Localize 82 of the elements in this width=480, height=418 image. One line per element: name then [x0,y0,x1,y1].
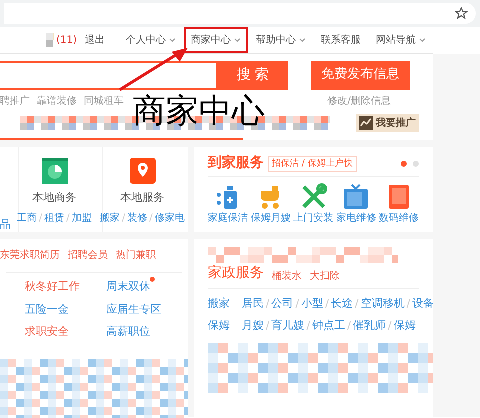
promote-button[interactable]: 我要推广 [356,114,419,132]
category-link[interactable]: 修家电 [154,210,185,226]
category-link[interactable]: 空调移机 [360,296,405,312]
job-link[interactable]: 求职安全 [25,324,69,340]
service-link[interactable]: 保姆月嫂 [250,211,291,226]
search-field[interactable] [0,60,218,90]
post-button[interactable]: 免费发布信息 [311,60,410,90]
logout-link[interactable]: 退出 [85,32,105,48]
chevron-down-icon [169,38,176,42]
category-link[interactable]: 保姆 [208,318,242,334]
category-link[interactable]: 月嫂 [242,318,264,334]
tag-link[interactable]: 大扫除 [310,269,340,284]
category-link[interactable]: 钟点工 [312,318,346,334]
job-link[interactable]: 东莞求职简历 [0,248,60,272]
tag-link[interactable]: 桶装水 [272,269,302,284]
job-link[interactable]: 周末双休 [106,279,150,296]
service-link[interactable]: 数码维修 [379,211,419,226]
tv-icon[interactable] [342,183,370,211]
message-count[interactable]: (11) [56,32,77,48]
separator: / [388,318,392,334]
card-title[interactable]: 本地服务 [120,190,164,206]
arrow [119,48,188,92]
nav-menu-item[interactable]: 网站导航 [369,27,433,53]
category-link[interactable]: 育儿嫂 [272,318,305,334]
separator: / [406,296,411,312]
pie-chart-icon[interactable] [40,157,68,185]
separator: / [266,296,270,312]
section-title: 家政服务 [208,264,264,283]
category-link[interactable]: 长途 [331,296,354,312]
category-link[interactable]: 品 [0,217,11,234]
category-link[interactable]: 小型 [301,296,324,312]
edit-link[interactable]: 修改/删除信息 [328,94,391,108]
service-link[interactable]: 家庭保洁 [208,211,248,226]
separator: / [150,212,153,226]
category-link[interactable]: 搬家 [100,210,120,226]
separator: / [66,212,70,226]
job-link[interactable]: 应届生专区 [106,302,162,318]
wrench-screwdriver-icon[interactable] [300,183,328,211]
job-link[interactable]: 五险一金 [25,302,69,318]
separator: / [347,318,352,334]
card-title[interactable]: 本地商务 [32,190,76,206]
category-link[interactable]: 公司 [272,296,294,312]
service-link[interactable]: 上门安装 [294,211,334,226]
hot-link[interactable]: 同城租车 [84,94,124,108]
category-link[interactable]: 保姆 [394,318,416,334]
tag: 招保洁 / 保姆上户快 [268,156,357,172]
separator: / [122,212,126,226]
category-link[interactable]: 加盟 [72,210,92,226]
chevron-down-icon [419,38,426,42]
nav-menu-item[interactable]: 联系客服 [314,27,368,53]
star-icon[interactable] [455,7,468,20]
category-link[interactable]: 设备 [412,296,435,312]
annotation-text: 商家中心 [133,94,265,127]
chevron-down-icon [234,38,241,42]
category-link[interactable]: 居民 [242,296,264,312]
hot-link[interactable]: 聘推广 [0,94,30,108]
separator: / [296,296,300,312]
job-link[interactable]: 高薪职位 [106,324,150,340]
category-link[interactable]: 装修 [128,210,148,226]
section-title: 到家服务 [208,154,264,173]
nav-menu-item[interactable]: 商家中心 [184,27,248,53]
service-link[interactable]: 家电维修 [336,211,376,226]
separator: / [39,212,42,226]
separator: / [266,318,270,334]
nav-menu-item[interactable]: 帮助中心 [249,27,313,53]
separator: / [306,318,310,334]
job-link[interactable]: 热门兼职 [116,248,156,272]
map-pin-icon[interactable] [128,157,156,185]
trend-icon [359,116,373,130]
job-link[interactable]: 招聘会员 [68,248,108,272]
category-link[interactable]: 搬家 [208,296,242,312]
job-link[interactable]: 秋冬好工作 [25,279,80,296]
hot-link[interactable]: 靠谱装修 [37,94,77,108]
category-link[interactable]: 租赁 [44,210,64,226]
search-button[interactable]: 搜 索 [218,60,288,90]
nav-menu-item[interactable]: 个人中心 [119,27,183,53]
separator: / [355,296,359,312]
category-link[interactable]: 工商 [17,210,38,226]
category-link[interactable]: 催乳师 [353,318,386,334]
pixelated-block [46,33,54,47]
chevron-down-icon [299,38,306,42]
separator: / [325,296,330,312]
